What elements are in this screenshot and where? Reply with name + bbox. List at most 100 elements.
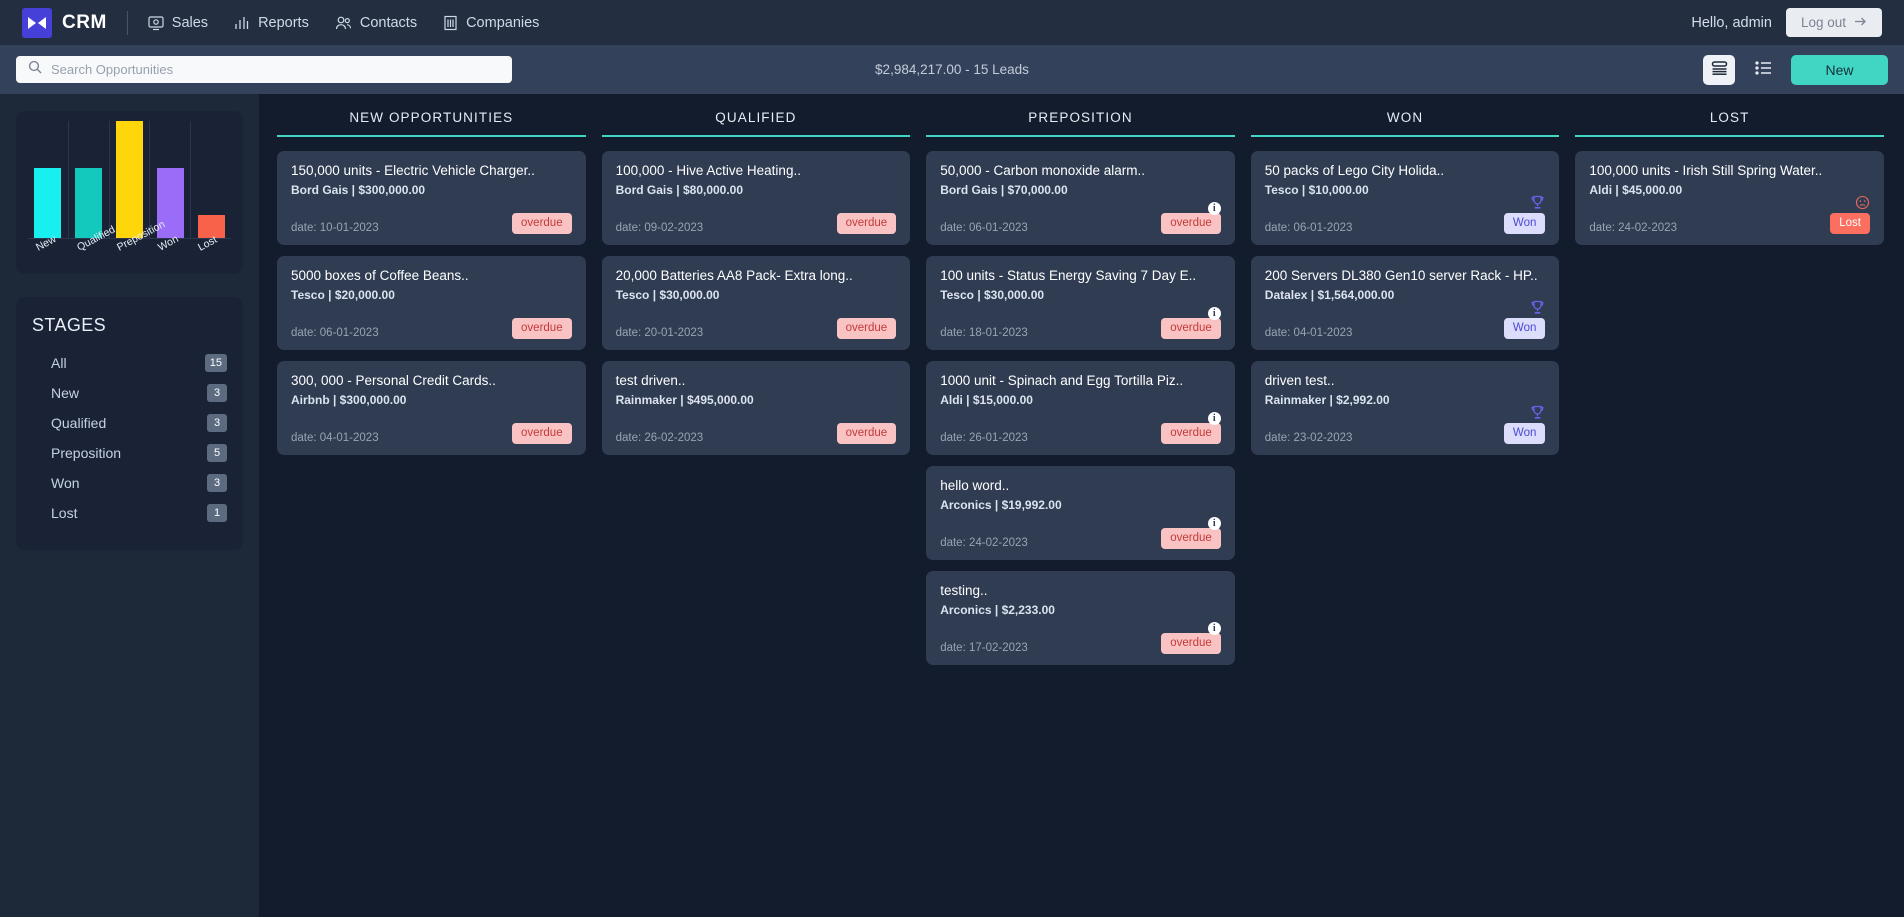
status-badge: Won bbox=[1503, 213, 1546, 234]
stage-item-new[interactable]: New 3 bbox=[32, 378, 227, 408]
card-status-mark[interactable]: i bbox=[1207, 201, 1221, 215]
stage-item-count: 5 bbox=[207, 444, 227, 462]
status-badge: overdue bbox=[836, 213, 897, 234]
opportunity-card[interactable]: 200 Servers DL380 Gen10 server Rack - HP… bbox=[1250, 255, 1560, 350]
building-icon bbox=[443, 15, 458, 31]
chart-label-new: New bbox=[34, 233, 59, 254]
opportunity-card[interactable]: 100,000 units - Irish Still Spring Water… bbox=[1575, 151, 1884, 245]
opportunity-card[interactable]: testing.. Arconics | $2,233.00 i date: 17-0… bbox=[926, 570, 1235, 665]
opportunity-card[interactable]: 50 packs of Lego City Holida.. Tesco | $1… bbox=[1250, 151, 1560, 245]
card-date: date: 26-02-2023 bbox=[615, 431, 704, 444]
list-view-toggle[interactable] bbox=[1747, 55, 1779, 85]
trophy-icon bbox=[1530, 195, 1545, 215]
card-status-mark[interactable]: i bbox=[1207, 306, 1221, 320]
nav-item-sales[interactable]: Sales bbox=[148, 15, 208, 31]
logout-button[interactable]: Log out bbox=[1785, 8, 1882, 37]
stages-title: STAGES bbox=[32, 315, 107, 335]
opportunity-card[interactable]: 100,000 - Hive Active Heating.. Bord Gais… bbox=[601, 151, 911, 245]
opportunity-card[interactable]: 20,000 Batteries AA8 Pack- Extra long.. T… bbox=[601, 255, 911, 350]
column-title: QUALIFIED bbox=[601, 110, 911, 137]
card-company-amount: Airbnb | $300,000.00 bbox=[291, 392, 407, 407]
card-date: date: 06-01-2023 bbox=[291, 326, 379, 339]
card-date: date: 06-01-2023 bbox=[940, 221, 1028, 234]
info-icon[interactable]: i bbox=[1207, 306, 1221, 320]
opportunity-card[interactable]: test driven.. Rainmaker | $495,000.00 date… bbox=[601, 360, 911, 455]
stage-item-label: Preposition bbox=[51, 445, 122, 461]
card-title: hello word.. bbox=[940, 477, 1010, 493]
search-input[interactable] bbox=[51, 62, 500, 77]
card-date: date: 09-02-2023 bbox=[615, 221, 704, 234]
chart-label-lost: Lost bbox=[196, 233, 220, 254]
chart-label-preposition: Preposition bbox=[115, 218, 168, 254]
bowtie-logo-icon bbox=[22, 7, 52, 38]
status-badge: overdue bbox=[1161, 632, 1221, 654]
page-body: New Qualified Preposition Won Lost STAGES Al… bbox=[0, 94, 1904, 917]
brand-name: CRM bbox=[62, 11, 107, 33]
card-date: date: 04-01-2023 bbox=[291, 431, 379, 444]
board-column-won: WON 50 packs of Lego City Holida.. Tesco |… bbox=[1250, 110, 1560, 917]
trophy-icon bbox=[1530, 405, 1545, 425]
chart-bar-qualified bbox=[75, 167, 103, 238]
card-date: date: 04-01-2023 bbox=[1264, 326, 1353, 339]
stage-item-qualified[interactable]: Qualified 3 bbox=[32, 408, 227, 438]
info-icon[interactable]: i bbox=[1207, 411, 1221, 425]
card-footer: date: 24-02-2023 Lost bbox=[1589, 213, 1870, 234]
top-nav-right: Hello, admin Log out bbox=[1691, 8, 1882, 37]
sidebar: New Qualified Preposition Won Lost STAGES Al… bbox=[0, 94, 259, 917]
card-status-mark[interactable]: i bbox=[1207, 621, 1221, 635]
nav-links: Sales Reports Contacts Companies bbox=[148, 15, 539, 31]
trophy-icon bbox=[1530, 300, 1545, 320]
stage-bar-chart: New Qualified Preposition Won Lost bbox=[16, 111, 243, 274]
card-title: 50 packs of Lego City Holida.. bbox=[1264, 163, 1445, 178]
search-box[interactable] bbox=[16, 56, 512, 83]
info-icon[interactable]: i bbox=[1207, 516, 1221, 530]
status-badge: overdue bbox=[836, 317, 897, 339]
card-title: 1000 unit - Spinach and Egg Tortilla Piz… bbox=[940, 372, 1184, 388]
card-company-amount: Tesco | $30,000.00 bbox=[940, 287, 1045, 302]
brand[interactable]: CRM bbox=[22, 7, 107, 38]
card-title: testing.. bbox=[940, 582, 988, 598]
stage-item-count: 15 bbox=[204, 354, 227, 372]
stage-item-won[interactable]: Won 3 bbox=[32, 468, 227, 498]
sad-face-icon bbox=[1855, 195, 1870, 215]
status-badge: overdue bbox=[512, 317, 572, 339]
opportunity-card[interactable]: hello word.. Arconics | $19,992.00 i date: … bbox=[926, 465, 1235, 560]
card-footer: date: 06-01-2023 Won bbox=[1265, 213, 1546, 234]
nav-item-companies[interactable]: Companies bbox=[443, 15, 539, 31]
stage-item-preposition[interactable]: Preposition 5 bbox=[32, 438, 227, 468]
card-status-mark bbox=[1855, 195, 1870, 215]
new-opportunity-button[interactable]: New bbox=[1791, 54, 1888, 85]
nav-item-reports[interactable]: Reports bbox=[234, 15, 309, 31]
card-title: 300, 000 - Personal Credit Cards.. bbox=[291, 372, 496, 388]
chart-label-qualified: Qualified bbox=[74, 223, 117, 254]
stages-panel: STAGES All 15 New 3 Qualified 3 Preposition 5 Wo… bbox=[16, 297, 243, 550]
opportunity-card[interactable]: 5000 boxes of Coffee Beans.. Tesco | $20,… bbox=[277, 255, 586, 350]
card-company-amount: Rainmaker | $495,000.00 bbox=[615, 392, 754, 407]
column-title: WON bbox=[1250, 110, 1560, 137]
card-footer: date: 04-01-2023 overdue bbox=[291, 422, 572, 444]
opportunity-card[interactable]: 100 units - Status Energy Saving 7 Day E… bbox=[926, 255, 1235, 350]
stage-item-all[interactable]: All 15 bbox=[32, 348, 227, 378]
stage-item-label: Won bbox=[51, 475, 80, 491]
opportunity-card[interactable]: driven test.. Rainmaker | $2,992.00 date: … bbox=[1250, 360, 1560, 455]
board-view-toggle[interactable] bbox=[1703, 54, 1735, 85]
opportunity-card[interactable]: 1000 unit - Spinach and Egg Tortilla Piz… bbox=[926, 360, 1235, 455]
card-title: 200 Servers DL380 Gen10 server Rack - HP… bbox=[1264, 267, 1538, 283]
card-status-mark[interactable]: i bbox=[1207, 411, 1221, 425]
stage-item-lost[interactable]: Lost 1 bbox=[32, 498, 227, 528]
info-icon[interactable]: i bbox=[1207, 621, 1221, 635]
opportunity-card[interactable]: 300, 000 - Personal Credit Cards.. Airbnb… bbox=[277, 360, 586, 455]
card-company-amount: Arconics | $2,233.00 bbox=[940, 602, 1055, 617]
card-footer: date: 18-01-2023 overdue bbox=[940, 317, 1221, 339]
nav-item-contacts[interactable]: Contacts bbox=[335, 15, 417, 31]
stage-item-count: 3 bbox=[207, 474, 227, 492]
opportunity-card[interactable]: 150,000 units - Electric Vehicle Charger… bbox=[277, 151, 586, 245]
opportunity-card[interactable]: 50,000 - Carbon monoxide alarm.. Bord Gai… bbox=[926, 151, 1235, 245]
chart-x-labels: New Qualified Preposition Won Lost bbox=[28, 218, 231, 279]
card-title: 150,000 units - Electric Vehicle Charger… bbox=[291, 163, 535, 178]
chart-bar-new bbox=[34, 167, 62, 238]
card-company-amount: Bord Gais | $300,000.00 bbox=[291, 183, 426, 197]
column-title: LOST bbox=[1575, 110, 1884, 137]
card-status-mark[interactable]: i bbox=[1207, 516, 1221, 530]
info-icon[interactable]: i bbox=[1207, 201, 1221, 215]
